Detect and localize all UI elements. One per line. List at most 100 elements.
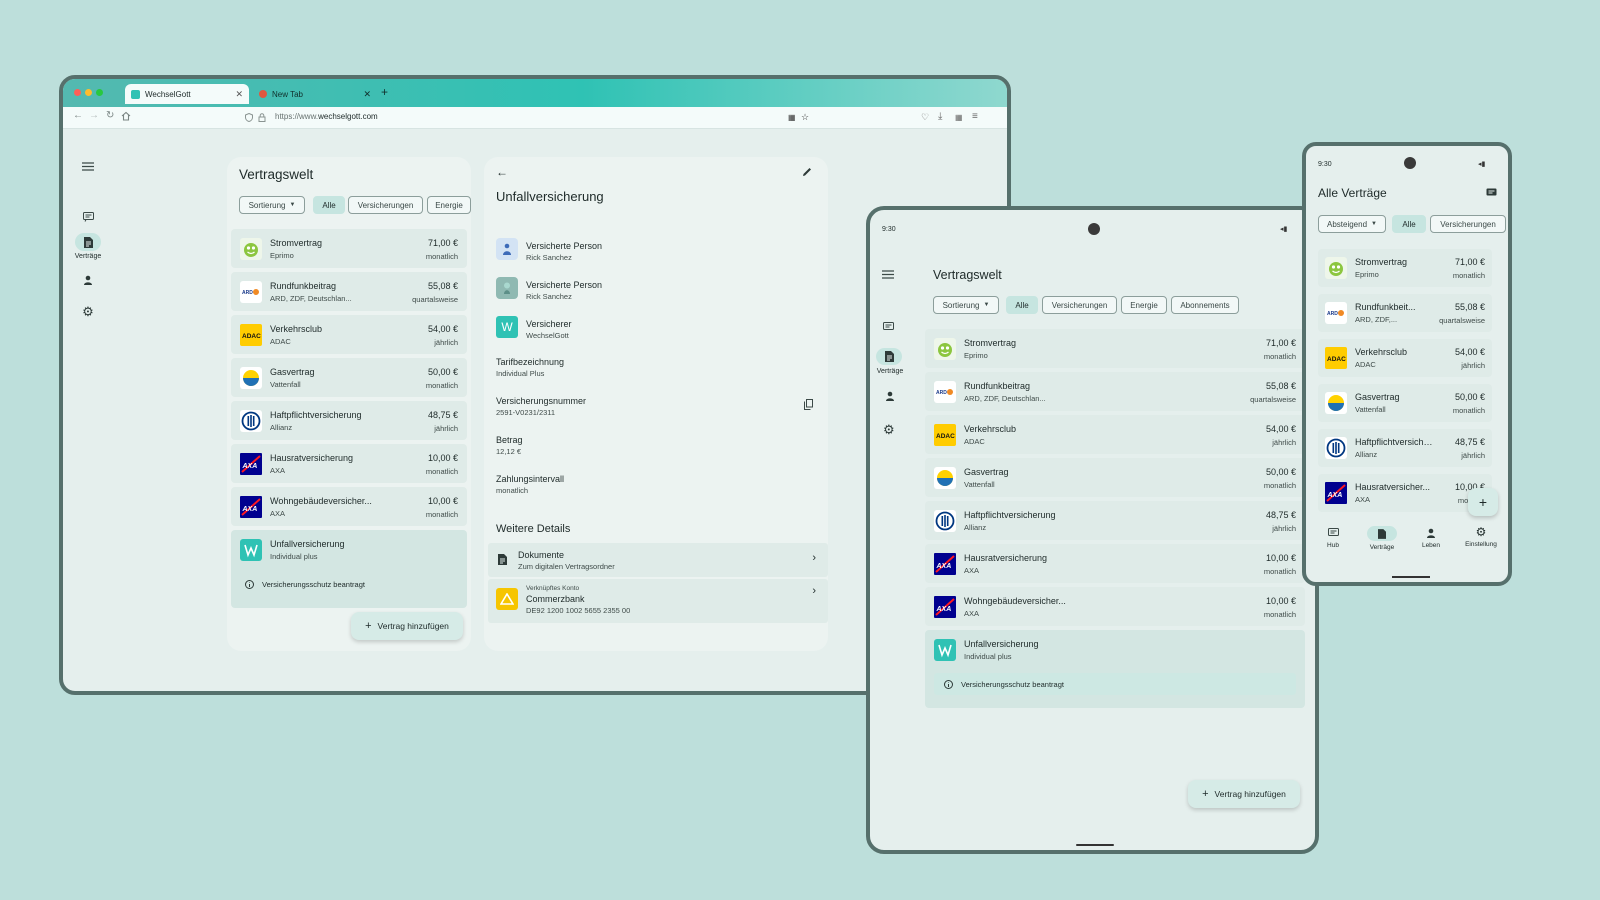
forward-icon[interactable]: →	[89, 110, 99, 121]
contract-row[interactable]: AXA Hausratversicherung AXA 10,00 € monatlic…	[231, 444, 467, 483]
contract-row[interactable]: ADAC Verkehrsclub ADAC 54,00 € jährlich	[231, 315, 467, 354]
extensions-icon[interactable]: ▦	[788, 113, 796, 122]
contract-list-panel: Vertragswelt Sortierung ▼ Alle Versicheru…	[227, 157, 471, 651]
contract-name: Unfallversicherung	[964, 638, 1039, 649]
hub-chat-icon[interactable]	[883, 322, 894, 332]
browser-tab[interactable]: New Tab ✕	[253, 84, 377, 104]
contract-row[interactable]: ARD Rundfunkbeitrag ARD, ZDF, Deutschlan..…	[231, 272, 467, 311]
contract-amount: 54,00 €	[1265, 423, 1296, 434]
filter-chip-all[interactable]: Alle	[1006, 296, 1038, 314]
contract-row[interactable]: Haftpflichtversicherung Allianz 48,75 € jäh…	[925, 501, 1305, 540]
contract-row[interactable]: AXAHausratversicher...AXA10,00 €monat...	[1318, 474, 1492, 512]
pocket-icon[interactable]: ♡	[921, 112, 929, 123]
copy-icon[interactable]	[804, 399, 813, 410]
nav-label: Einstellung	[1465, 541, 1497, 548]
new-tab-icon[interactable]: +	[381, 85, 388, 99]
settings-gear-icon[interactable]: ⚙	[75, 303, 101, 321]
contract-row[interactable]: Gasvertrag Vattenfall 50,00 € monatlich	[925, 458, 1305, 497]
shield-icon[interactable]	[245, 113, 253, 122]
maximize-window-dot[interactable]	[96, 89, 103, 96]
sort-dropdown[interactable]: Sortierung ▼	[239, 196, 305, 214]
hub-chat-icon[interactable]	[75, 208, 101, 226]
contract-row[interactable]: ADAC Verkehrsclub ADAC 54,00 € jährlich	[1318, 339, 1492, 377]
filter-chip-energy[interactable]: Energie	[1121, 296, 1167, 314]
contract-row[interactable]: AXA Hausratversicherung AXA 10,00 € monatlic…	[925, 544, 1305, 583]
field-label: Betrag	[496, 435, 523, 445]
add-contract-button[interactable]: + Vertrag hinzufügen	[1188, 780, 1300, 808]
iban: DE92 1200 1002 5655 2355 00	[526, 606, 631, 615]
contract-name: Rundfunkbeitrag	[270, 280, 337, 291]
contract-list: Stromvertrag Eprimo 71,00 € monatlich ARD Run…	[231, 229, 467, 609]
contract-row[interactable]: Unfallversicherung Individual plus Versich…	[925, 630, 1305, 708]
contract-amount: 54,00 €	[427, 323, 458, 334]
nav-life[interactable]: Leben	[1408, 528, 1454, 549]
contract-row[interactable]: Haftpflichtversicher... Allianz 48,75 € jäh…	[1318, 429, 1492, 467]
contract-name: Hausratversicherung	[270, 452, 354, 463]
menu-icon[interactable]: ≡	[972, 111, 978, 122]
contract-amount: 48,75 €	[427, 409, 458, 420]
filter-chip-insurance[interactable]: Versicherungen	[1430, 215, 1506, 233]
contract-name: Haftpflichtversicher...	[1355, 437, 1435, 447]
back-icon[interactable]: ←	[73, 110, 83, 121]
nav-settings[interactable]: ⚙ Einstellung	[1457, 526, 1505, 548]
nav-hub[interactable]: Hub	[1310, 528, 1356, 549]
sort-dropdown[interactable]: Absteigend ▼	[1318, 215, 1386, 233]
reload-icon[interactable]: ↻	[106, 110, 114, 121]
add-contract-button[interactable]: + Vertrag hinzufügen	[351, 612, 463, 640]
hamburger-menu-icon[interactable]	[75, 157, 101, 175]
close-window-dot[interactable]	[74, 89, 81, 96]
bookmark-star-icon[interactable]: ☆	[801, 112, 809, 123]
contract-row[interactable]: Stromvertrag Eprimo 71,00 € monatlich	[1318, 249, 1492, 287]
browser-tab-active[interactable]: WechselGott ✕	[125, 84, 249, 104]
close-tab-icon[interactable]: ✕	[363, 89, 371, 100]
filter-chip-all[interactable]: Alle	[1392, 215, 1426, 233]
filter-chip-insurance[interactable]: Versicherungen	[348, 196, 423, 214]
contracts-document-icon[interactable]	[876, 348, 902, 365]
filter-chip-insurance[interactable]: Versicherungen	[1042, 296, 1117, 314]
contract-row[interactable]: Gasvertrag Vattenfall 50,00 € monatlich	[1318, 384, 1492, 422]
contract-provider: AXA	[964, 565, 980, 575]
settings-gear-icon[interactable]: ⚙	[883, 422, 895, 438]
person-icon[interactable]	[885, 391, 895, 401]
contract-row[interactable]: Stromvertrag Eprimo 71,00 € monatlich	[925, 329, 1305, 368]
contract-row[interactable]: Gasvertrag Vattenfall 50,00 € monatlich	[231, 358, 467, 397]
contract-row[interactable]: AXA Wohngebäudeversicher... AXA 10,00 € mona…	[231, 487, 467, 526]
nav-contracts[interactable]: Verträge	[1359, 526, 1405, 551]
svg-text:ADAC: ADAC	[1327, 356, 1346, 363]
filter-chip-all[interactable]: Alle	[313, 196, 345, 214]
contract-row[interactable]: ADAC Verkehrsclub ADAC 54,00 € jährlich	[925, 415, 1305, 454]
close-tab-icon[interactable]: ✕	[235, 89, 243, 100]
apps-icon[interactable]: ▦	[955, 113, 963, 122]
documents-row[interactable]: Dokumente Zum digitalen Vertragsordner ›	[488, 543, 828, 577]
chat-icon[interactable]	[1486, 188, 1497, 198]
nav-label: Hub	[1327, 542, 1339, 549]
contracts-document-icon[interactable]	[75, 233, 101, 251]
contract-name: Rundfunkbeit...	[1355, 302, 1416, 312]
contract-name: Hausratversicherung	[964, 552, 1048, 563]
minimize-window-dot[interactable]	[85, 89, 92, 96]
rail-label-contracts: Verträge	[74, 253, 102, 260]
front-camera	[1088, 223, 1100, 235]
nav-label: Verträge	[1369, 544, 1395, 551]
url-field[interactable]: https://www.wechselgott.com	[275, 112, 378, 121]
contract-row[interactable]: ARD Rundfunkbeitrag ARD, ZDF, Deutschlan..…	[925, 372, 1305, 411]
home-icon[interactable]	[121, 111, 131, 121]
sort-dropdown[interactable]: Sortierung ▼	[933, 296, 999, 314]
contract-row[interactable]: Stromvertrag Eprimo 71,00 € monatlich	[231, 229, 467, 268]
back-arrow-icon[interactable]: ←	[496, 165, 508, 179]
contract-row[interactable]: Haftpflichtversicherung Allianz 48,75 € jäh…	[231, 401, 467, 440]
person-icon[interactable]	[75, 271, 101, 289]
filter-chip-subscriptions[interactable]: Abonnements	[1171, 296, 1239, 314]
contract-row[interactable]: AXA Wohngebäudeversicher... AXA 10,00 € mona…	[925, 587, 1305, 626]
edit-pencil-icon[interactable]	[802, 167, 812, 177]
download-icon[interactable]: ⤓	[938, 111, 942, 122]
contract-row[interactable]: Unfallversicherung Individual plus Versich…	[231, 530, 467, 608]
document-icon	[498, 554, 507, 565]
filter-chip-energy[interactable]: Energie	[427, 196, 471, 214]
hamburger-menu-icon[interactable]	[882, 270, 894, 279]
contract-row[interactable]: ARD Rundfunkbeit... ARD, ZDF,... 55,08 € qua…	[1318, 294, 1492, 332]
contract-provider: AXA	[270, 465, 286, 475]
linked-account-row[interactable]: Verknüpftes Konto Commerzbank DE92 1200 …	[488, 579, 828, 623]
add-fab-plus-icon[interactable]: +	[1468, 488, 1498, 516]
contract-detail-panel: ← Unfallversicherung Versicherte Person …	[484, 157, 828, 651]
